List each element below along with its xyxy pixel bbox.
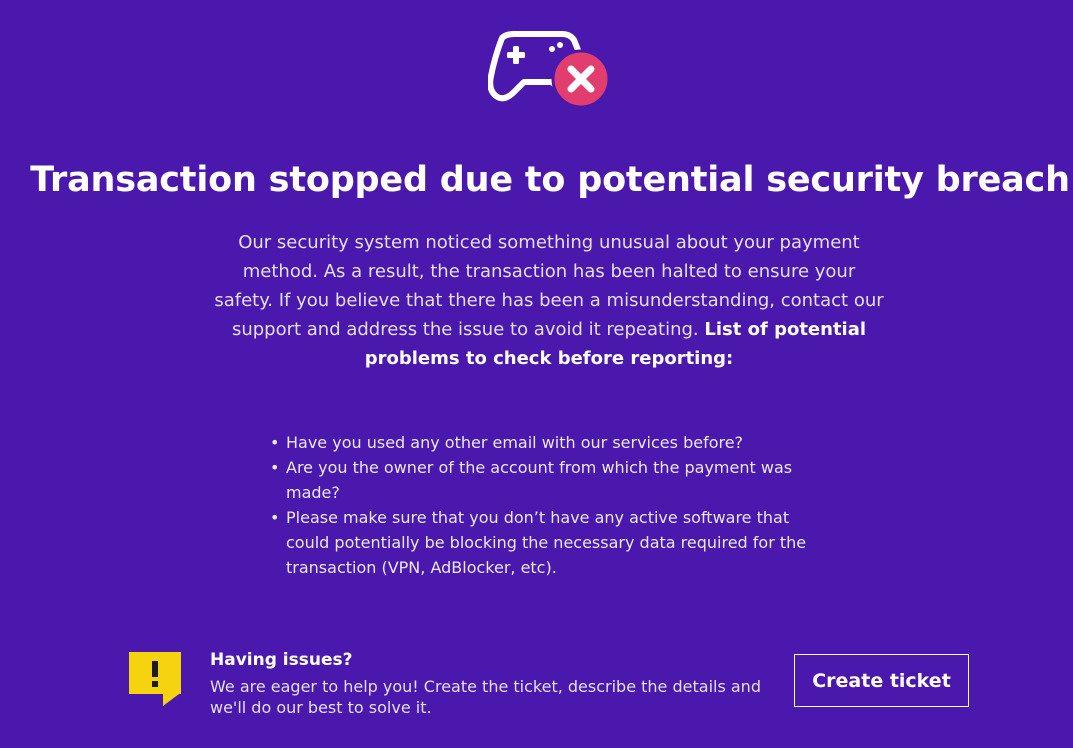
problems-list: • Have you used any other email with our … xyxy=(268,430,808,580)
support-text: We are eager to help you! Create the tic… xyxy=(210,677,761,717)
support-title: Having issues? xyxy=(210,650,353,670)
bullet: • xyxy=(270,433,280,452)
list-item: • Have you used any other email with our … xyxy=(268,430,808,455)
description: Our security system noticed something un… xyxy=(214,228,884,373)
problem-text: Have you used any other email with our s… xyxy=(286,433,744,452)
warning-speech-bubble-icon xyxy=(129,652,181,706)
create-ticket-button[interactable]: Create ticket xyxy=(794,654,969,707)
page-title: Transaction stopped due to potential sec… xyxy=(30,160,1070,200)
gamepad-error-icon xyxy=(488,31,611,109)
bullet: • xyxy=(270,458,280,477)
list-item: • Please make sure that you don’t have an… xyxy=(268,505,808,580)
problem-text: Please make sure that you don’t have any… xyxy=(286,508,807,577)
bullet: • xyxy=(270,508,280,527)
list-item: • Are you the owner of the account from w… xyxy=(268,455,808,505)
problem-text: Are you the owner of the account from wh… xyxy=(286,458,793,502)
